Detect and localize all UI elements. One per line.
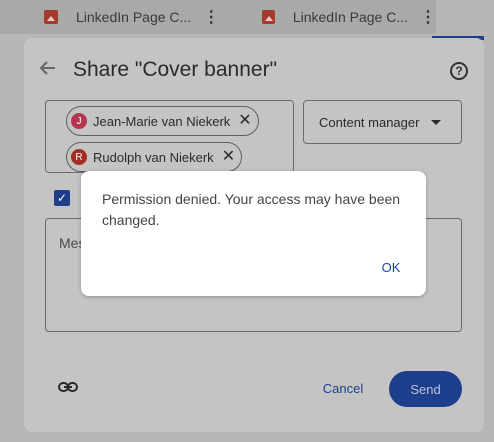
send-button[interactable]: Send [389, 371, 462, 407]
file-card[interactable]: LinkedIn Page C... ⋮ [218, 0, 436, 34]
avatar: R [71, 149, 87, 165]
dialog-title: Share "Cover banner" [73, 58, 278, 81]
help-icon[interactable]: ? [450, 62, 468, 80]
recipient-chip: J Jean-Marie van Niekerk ✕ [66, 106, 259, 136]
more-options-icon[interactable]: ⋮ [420, 7, 436, 27]
permission-alert-dialog: Permission denied. Your access may have … [81, 171, 426, 296]
recipient-name: Rudolph van Niekerk [93, 149, 214, 165]
link-icon[interactable] [58, 380, 78, 394]
ok-button[interactable]: OK [371, 257, 411, 277]
file-name: LinkedIn Page C... [76, 9, 192, 25]
image-file-icon [44, 10, 58, 24]
alert-message: Permission denied. Your access may have … [102, 191, 401, 228]
remove-recipient-icon[interactable]: ✕ [222, 149, 235, 165]
avatar: J [71, 113, 87, 129]
back-arrow-icon[interactable] [38, 58, 58, 78]
image-file-icon [262, 10, 275, 24]
more-options-icon[interactable]: ⋮ [203, 7, 219, 27]
remove-recipient-icon[interactable]: ✕ [238, 113, 251, 129]
cancel-button[interactable]: Cancel [314, 374, 372, 402]
recipient-chip: R Rudolph van Niekerk ✕ [66, 142, 243, 172]
notify-checkbox[interactable]: ✓ [54, 190, 70, 206]
file-name: LinkedIn Page C... [292, 9, 408, 25]
dropdown-caret-icon [431, 119, 442, 125]
file-card[interactable]: LinkedIn Page C... ⋮ [0, 0, 228, 34]
recipient-name: Jean-Marie van Niekerk [93, 113, 231, 129]
role-label: Content manager [319, 114, 420, 130]
recipients-field[interactable]: J Jean-Marie van Niekerk ✕ R Rudolph van… [45, 100, 294, 173]
role-select[interactable]: Content manager [303, 100, 462, 144]
